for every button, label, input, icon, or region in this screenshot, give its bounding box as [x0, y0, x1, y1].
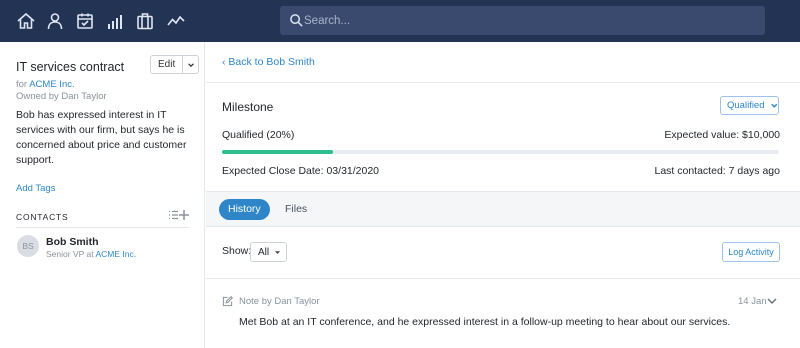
deal-title: IT services contract [16, 60, 125, 74]
contacts-header: CONTACTS [16, 212, 69, 222]
add-contact-icon[interactable] [168, 208, 190, 222]
stage-percentage: Qualified (20%) [222, 129, 295, 141]
deal-owner: Owned by Dan Taylor [16, 91, 107, 102]
tab-files[interactable]: Files [285, 199, 307, 220]
deal-main-panel: ‹ Back to Bob Smith Milestone Qualified … [206, 42, 800, 348]
bar-chart-icon[interactable] [105, 11, 125, 31]
contacts-divider [16, 227, 189, 228]
expected-close-date: Expected Close Date: 03/31/2020 [222, 165, 380, 177]
avatar: BS [17, 235, 39, 257]
activity-icon[interactable] [166, 11, 186, 31]
header-divider [206, 82, 800, 83]
contact-company-link[interactable]: ACME Inc. [95, 249, 136, 259]
contact-name[interactable]: Bob Smith [46, 236, 99, 248]
chevron-down-icon [187, 62, 194, 67]
chevron-down-icon [770, 103, 777, 108]
log-activity-button[interactable]: Log Activity [722, 242, 780, 262]
tab-history[interactable]: History [219, 199, 270, 220]
note-body: Met Bob at an IT conference, and he expr… [239, 316, 731, 328]
calendar-icon[interactable] [75, 11, 95, 31]
note-date: 14 Jan [738, 296, 767, 307]
caret-down-icon [275, 250, 281, 254]
note-author: Note by Dan Taylor [239, 296, 320, 307]
stage-dropdown-button[interactable]: Qualified [720, 96, 779, 115]
expected-value: Expected value: $10,000 [664, 129, 780, 141]
show-filter-value: All [258, 246, 270, 258]
edit-note-icon [222, 296, 233, 307]
contact-title: Senior VP at ACME Inc. [46, 249, 136, 259]
edit-dropdown-button[interactable] [183, 56, 198, 73]
tab-bar: History Files [206, 191, 800, 227]
milestone-progress-fill [222, 150, 334, 154]
back-link[interactable]: ‹ Back to Bob Smith [222, 56, 315, 68]
edit-button[interactable]: Edit [151, 56, 184, 73]
deal-details-panel: IT services contract Edit for ACME Inc. … [0, 42, 205, 348]
briefcase-icon[interactable] [135, 11, 155, 31]
milestone-label: Milestone [222, 100, 274, 114]
person-icon[interactable] [45, 11, 65, 31]
milestone-progress-bar [222, 150, 779, 154]
show-filter-select[interactable]: All [250, 242, 288, 262]
edit-button-group: Edit [150, 55, 200, 74]
chevron-down-icon[interactable] [766, 295, 778, 307]
search-input[interactable] [304, 11, 744, 30]
deal-company-line: for ACME Inc. [16, 79, 75, 90]
add-tags-link[interactable]: Add Tags [16, 183, 55, 194]
stage-dropdown-label: Qualified [727, 100, 765, 111]
show-filter-label: Show: [222, 245, 252, 257]
search-bar[interactable] [280, 6, 765, 35]
home-icon[interactable] [16, 11, 36, 31]
filter-divider [206, 278, 800, 279]
company-link[interactable]: ACME Inc. [29, 79, 74, 90]
top-navigation-bar [0, 0, 800, 42]
contact-role: Senior VP at [46, 249, 94, 259]
last-contacted: Last contacted: 7 days ago [654, 165, 780, 177]
deal-description: Bob has expressed interest in IT service… [16, 109, 187, 166]
for-prefix: for [16, 79, 28, 90]
search-icon [289, 13, 304, 28]
